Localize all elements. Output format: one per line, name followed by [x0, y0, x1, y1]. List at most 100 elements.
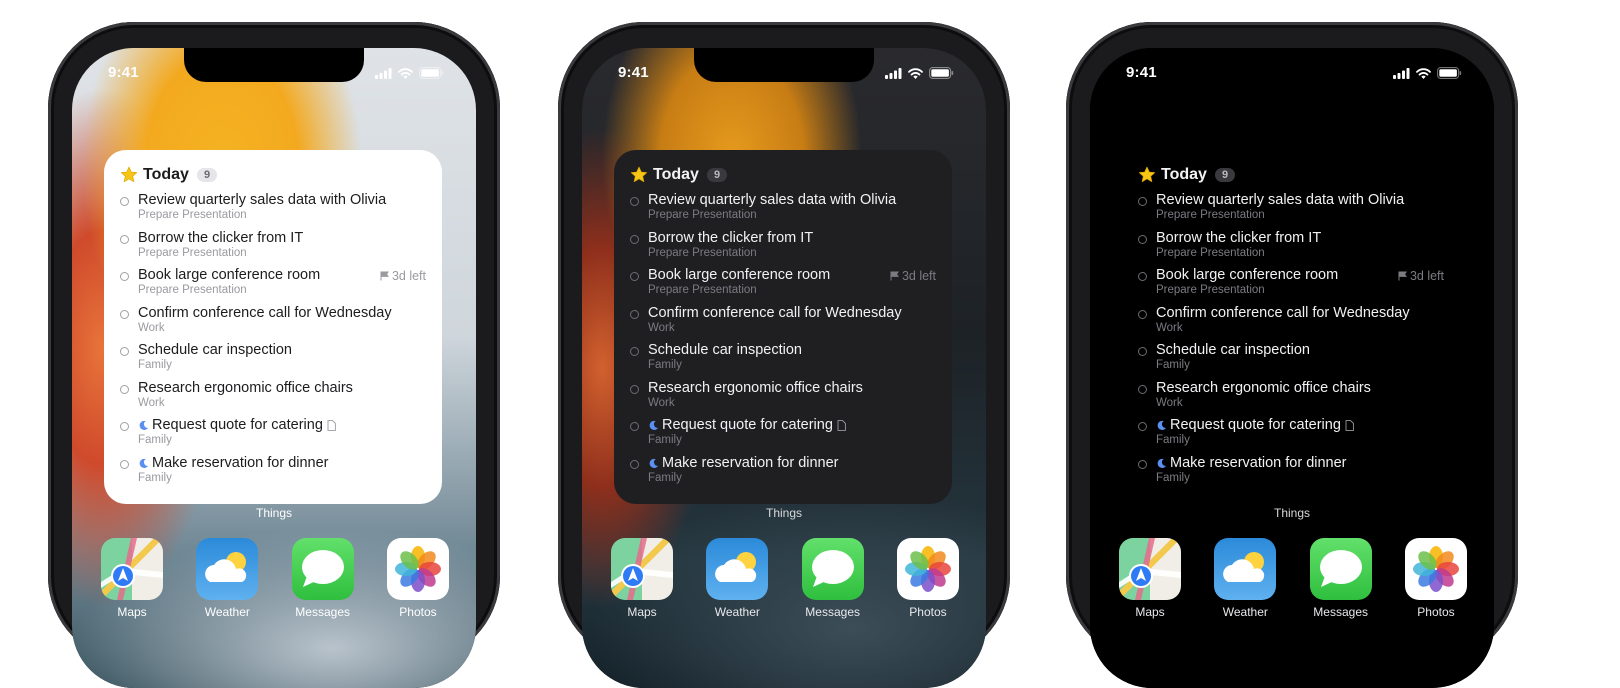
wifi-icon: [398, 67, 413, 79]
task-item[interactable]: Research ergonomic office chairs Work: [630, 380, 936, 418]
app-row: Maps Weather Messages Photos: [610, 538, 960, 619]
task-title-row: Borrow the clicker from IT: [1156, 230, 1444, 247]
deadline-text: 3d left: [391, 269, 426, 283]
task-item[interactable]: Research ergonomic office chairs Work: [1138, 380, 1444, 418]
task-item[interactable]: Schedule car inspection Family: [630, 342, 936, 380]
task-checkbox[interactable]: [630, 272, 639, 281]
app-messages[interactable]: Messages: [801, 538, 865, 619]
app-label: Photos: [909, 605, 947, 619]
task-checkbox[interactable]: [630, 234, 639, 244]
task-checkbox[interactable]: [1138, 422, 1147, 431]
messages-icon: [291, 538, 354, 600]
task-item[interactable]: Schedule car inspection Family: [1138, 342, 1444, 380]
app-messages[interactable]: Messages: [291, 538, 355, 619]
task-checkbox[interactable]: [120, 197, 129, 206]
task-item[interactable]: Request quote for catering Family: [630, 417, 936, 455]
widget-header: Today 9: [630, 164, 936, 186]
task-title: Confirm conference call for Wednesday: [648, 304, 902, 321]
task-checkbox[interactable]: [1138, 459, 1147, 469]
task-title: Borrow the clicker from IT: [648, 229, 814, 246]
things-today-widget[interactable]: Today 9 Review quarterly sales data with…: [1122, 150, 1460, 504]
task-item[interactable]: Borrow the clicker from IT Prepare Presen…: [120, 230, 426, 268]
task-checkbox[interactable]: [120, 234, 129, 244]
battery-icon: [929, 67, 954, 79]
task-title: Review quarterly sales data with Olivia: [1156, 192, 1405, 208]
task-project: Prepare Presentation: [648, 209, 757, 221]
widget-header: Today 9: [120, 164, 426, 186]
deadline-text: 3d left: [901, 269, 936, 283]
task-item[interactable]: Confirm conference call for Wednesday Wor…: [120, 305, 426, 343]
task-title: Book large conference room: [648, 267, 831, 283]
status-icons: [885, 66, 954, 80]
task-checkbox[interactable]: [630, 422, 639, 431]
task-item[interactable]: Borrow the clicker from IT Prepare Presen…: [1138, 230, 1444, 268]
task-title-row: Research ergonomic office chairs: [648, 380, 936, 397]
task-list: Review quarterly sales data with Olivia P…: [1138, 192, 1444, 492]
task-checkbox[interactable]: [1138, 347, 1147, 356]
task-item[interactable]: Book large conference room Prepare Presen…: [120, 267, 426, 305]
task-checkbox[interactable]: [1138, 272, 1147, 281]
task-project: Work: [648, 396, 675, 409]
task-checkbox[interactable]: [630, 459, 639, 469]
things-today-widget[interactable]: Today 9 Review quarterly sales data with…: [104, 150, 442, 504]
task-item[interactable]: Review quarterly sales data with Olivia P…: [1138, 192, 1444, 230]
app-maps[interactable]: Maps: [610, 538, 674, 619]
app-label: Weather: [204, 605, 250, 619]
widget-title: Today: [143, 166, 189, 183]
task-title: Confirm conference call for Wednesday: [138, 304, 392, 321]
task-checkbox[interactable]: [630, 384, 639, 394]
task-project: Prepare Presentation: [1156, 209, 1265, 221]
task-item[interactable]: Book large conference room Prepare Presen…: [1138, 267, 1444, 305]
app-photos[interactable]: Photos: [386, 538, 450, 619]
task-item[interactable]: Borrow the clicker from IT Prepare Presen…: [630, 230, 936, 268]
task-checkbox[interactable]: [120, 347, 129, 356]
widget-label: Things: [765, 506, 803, 520]
task-checkbox[interactable]: [630, 347, 639, 356]
app-weather[interactable]: Weather: [705, 538, 769, 619]
task-project: Work: [1156, 396, 1183, 409]
task-checkbox[interactable]: [120, 309, 129, 319]
task-item[interactable]: Request quote for catering Family: [120, 417, 426, 455]
task-project: Family: [1156, 359, 1190, 371]
task-item[interactable]: Confirm conference call for Wednesday Wor…: [1138, 305, 1444, 343]
task-item[interactable]: Research ergonomic office chairs Work: [120, 380, 426, 418]
task-title-row: Make reservation for dinner: [138, 455, 426, 472]
app-maps[interactable]: Maps: [1118, 538, 1182, 619]
task-checkbox[interactable]: [1138, 384, 1147, 394]
app-weather[interactable]: Weather: [1213, 538, 1277, 619]
note-icon: [1345, 420, 1354, 431]
task-item[interactable]: Review quarterly sales data with Olivia P…: [630, 192, 936, 230]
task-checkbox[interactable]: [1138, 234, 1147, 244]
home-screen: 9:41 Today 9 Review quarterly sales data…: [582, 48, 986, 688]
things-today-widget[interactable]: Today 9 Review quarterly sales data with…: [614, 150, 952, 504]
task-count-badge: 9: [706, 168, 728, 182]
task-item[interactable]: Review quarterly sales data with Olivia P…: [120, 192, 426, 230]
evening-moon-icon: [1157, 420, 1167, 430]
task-checkbox[interactable]: [630, 309, 639, 319]
task-checkbox[interactable]: [1138, 309, 1147, 319]
maps-icon: [1119, 538, 1181, 600]
app-photos[interactable]: Photos: [1404, 538, 1468, 619]
task-project: Family: [648, 471, 682, 484]
app-photos[interactable]: Photos: [896, 538, 960, 619]
task-item[interactable]: Make reservation for dinner Family: [630, 455, 936, 493]
task-item[interactable]: Make reservation for dinner Family: [1138, 455, 1444, 493]
task-checkbox[interactable]: [1138, 197, 1147, 206]
task-item[interactable]: Request quote for catering Family: [1138, 417, 1444, 455]
task-title-row: Request quote for catering: [138, 417, 426, 434]
task-item[interactable]: Schedule car inspection Family: [120, 342, 426, 380]
task-item[interactable]: Book large conference room Prepare Presen…: [630, 267, 936, 305]
task-checkbox[interactable]: [120, 272, 129, 281]
task-title-row: Borrow the clicker from IT: [648, 230, 936, 247]
task-item[interactable]: Make reservation for dinner Family: [120, 455, 426, 493]
app-weather[interactable]: Weather: [195, 538, 259, 619]
task-checkbox[interactable]: [120, 422, 129, 431]
task-checkbox[interactable]: [630, 197, 639, 206]
task-checkbox[interactable]: [120, 459, 129, 469]
home-screen: 9:41 Today 9 Review quarterly sales data…: [1090, 48, 1494, 688]
task-item[interactable]: Confirm conference call for Wednesday Wor…: [630, 305, 936, 343]
task-checkbox[interactable]: [120, 384, 129, 394]
photos-icon: [1404, 538, 1467, 600]
app-messages[interactable]: Messages: [1309, 538, 1373, 619]
app-maps[interactable]: Maps: [100, 538, 164, 619]
